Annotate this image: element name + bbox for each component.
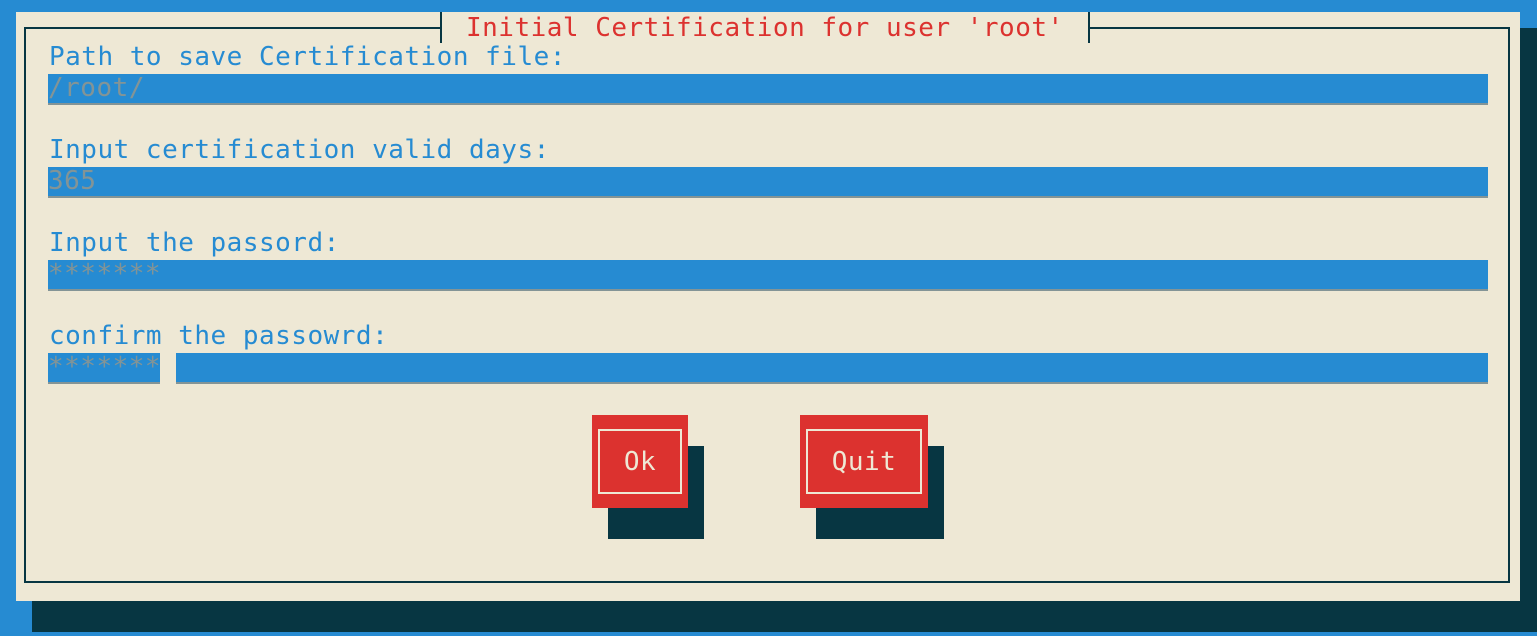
confirm-password-input[interactable]: ******* bbox=[48, 353, 160, 384]
password-label: Input the passord: bbox=[49, 228, 340, 258]
ok-button[interactable]: Ok bbox=[592, 415, 688, 508]
dialog-frame bbox=[24, 27, 1510, 583]
quit-button[interactable]: Quit bbox=[800, 415, 928, 508]
confirm-password-label: confirm the passowrd: bbox=[49, 321, 389, 351]
valid-days-input[interactable]: 365 bbox=[48, 167, 1488, 198]
quit-button-label: Quit bbox=[831, 446, 897, 477]
path-label: Path to save Certification file: bbox=[49, 42, 566, 72]
password-input[interactable]: ******* bbox=[48, 260, 1488, 291]
dialog-title: Initial Certification for user 'root' bbox=[440, 12, 1090, 43]
path-input[interactable]: /root/ bbox=[48, 74, 1488, 105]
ok-button-label: Ok bbox=[623, 446, 657, 477]
confirm-password-input-remainder[interactable] bbox=[176, 353, 1488, 384]
valid-days-label: Input certification valid days: bbox=[49, 135, 550, 165]
certification-dialog: Initial Certification for user 'root' Pa… bbox=[16, 12, 1520, 601]
